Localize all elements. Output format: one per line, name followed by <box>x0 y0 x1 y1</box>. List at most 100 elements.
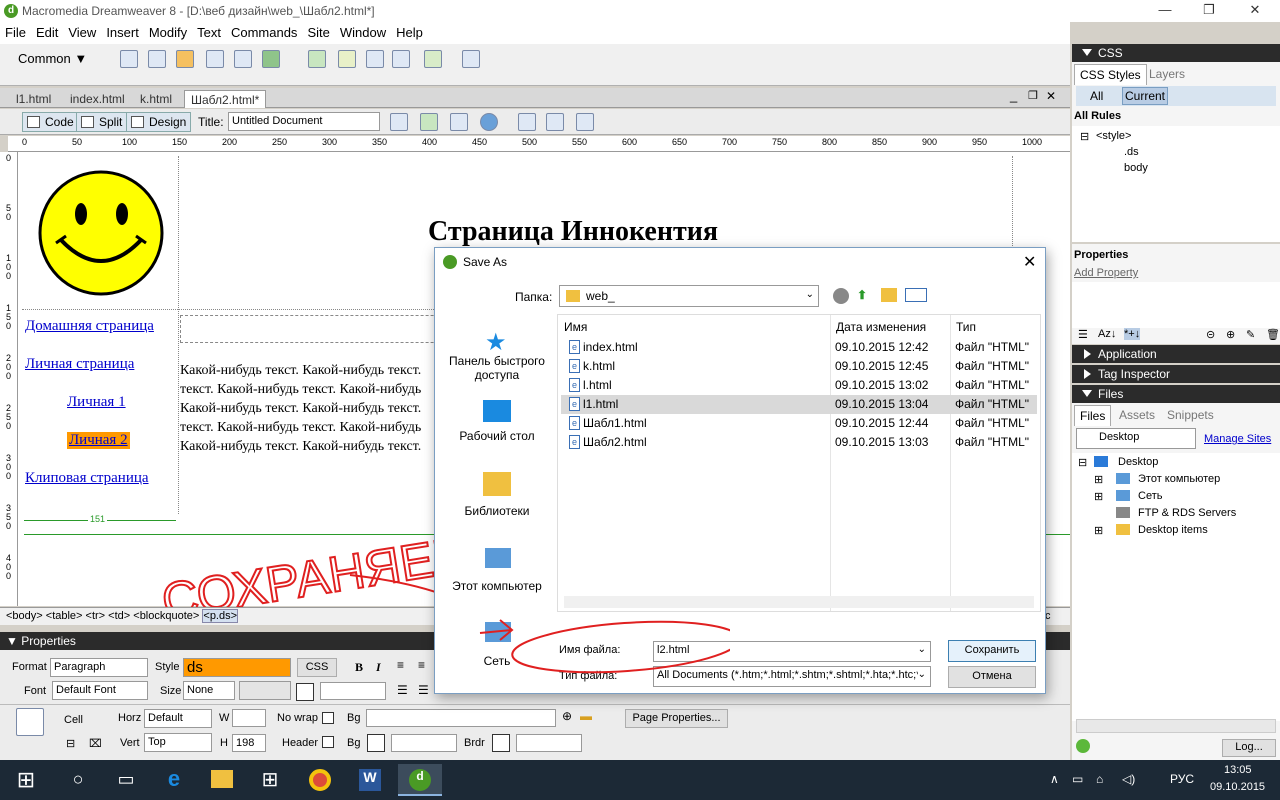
clock-time[interactable]: 13:05 <box>1224 764 1252 776</box>
log-button[interactable]: Log... <box>1222 739 1276 757</box>
tree-item-this-pc[interactable]: Этот компьютер <box>1138 473 1220 485</box>
comment-icon[interactable] <box>392 50 410 68</box>
tag-chooser-icon[interactable] <box>462 50 480 68</box>
refresh-icon[interactable] <box>518 113 536 131</box>
new-folder-icon[interactable] <box>881 288 897 302</box>
doc-close-icon[interactable]: ✕ <box>1046 89 1056 103</box>
format-select[interactable]: Paragraph <box>50 658 148 677</box>
tag-table[interactable]: <table> <box>46 610 83 622</box>
column-date[interactable]: Дата изменения <box>836 320 926 334</box>
height-input[interactable]: 198 <box>232 734 266 752</box>
collapse-icon[interactable]: ⊟ <box>1080 130 1089 143</box>
clock-date[interactable]: 09.10.2015 <box>1210 781 1265 793</box>
minimize-button[interactable]: — <box>1150 2 1180 20</box>
battery-icon[interactable]: ▭ <box>1072 772 1083 786</box>
tab-l1[interactable]: l1.html <box>10 90 57 108</box>
tab-shabl2[interactable]: Шабл2.html* <box>184 90 267 108</box>
menu-edit[interactable]: Edit <box>31 22 63 43</box>
column-name[interactable]: Имя <box>564 320 587 334</box>
chrome-icon[interactable] <box>298 764 342 796</box>
browser-check-icon[interactable] <box>420 113 438 131</box>
tab-k[interactable]: k.html <box>134 90 178 108</box>
server-side-include-icon[interactable] <box>366 50 384 68</box>
menu-text[interactable]: Text <box>192 22 226 43</box>
attach-stylesheet-icon[interactable]: ⊝ <box>1206 328 1215 341</box>
alpha-sort-icon[interactable]: Az↓ <box>1098 328 1116 340</box>
current-button[interactable]: Current <box>1122 87 1169 105</box>
bg-color-picker[interactable] <box>367 734 385 752</box>
rule-ds[interactable]: .ds <box>1124 146 1139 158</box>
application-panel-header[interactable]: Application <box>1072 345 1280 363</box>
align-left-icon[interactable]: ≡ <box>397 658 404 672</box>
save-button[interactable]: Сохранить <box>948 640 1036 662</box>
place-this-pc[interactable]: Этот компьютер <box>437 579 557 593</box>
files-scrollbar[interactable] <box>1076 719 1276 733</box>
email-link-icon[interactable] <box>148 50 166 68</box>
visual-aids-icon[interactable] <box>576 113 594 131</box>
column-type[interactable]: Тип <box>956 320 976 334</box>
ordered-list-icon[interactable]: ☰ <box>418 683 429 697</box>
tab-files[interactable]: Files <box>1074 405 1112 426</box>
tray-expand-icon[interactable]: ∧ <box>1050 772 1059 786</box>
view-menu-icon[interactable] <box>905 288 927 302</box>
back-icon[interactable] <box>833 288 849 304</box>
input-language[interactable]: РУС <box>1170 772 1194 786</box>
folder-select[interactable]: web_ ⌄ <box>559 285 819 307</box>
file-row[interactable]: e k.html 09.10.2015 12:45 Файл "HTML" <box>561 357 1037 376</box>
nav-link-home[interactable]: Домашняя страница <box>25 318 154 335</box>
width-input[interactable] <box>232 709 266 727</box>
tab-assets[interactable]: Assets <box>1114 405 1160 425</box>
nav-link-personal1[interactable]: Личная 1 <box>67 394 126 411</box>
menu-view[interactable]: View <box>63 22 101 43</box>
validate-icon[interactable] <box>390 113 408 131</box>
split-cell-icon[interactable]: ⌧ <box>89 737 102 750</box>
network-status-icon[interactable]: ⌂ <box>1096 772 1103 786</box>
bold-icon[interactable]: B <box>355 660 363 675</box>
nowrap-checkbox[interactable] <box>322 712 334 724</box>
category-view-icon[interactable]: ☰ <box>1078 328 1088 341</box>
place-desktop[interactable]: Рабочий стол <box>437 429 557 443</box>
files-panel-header[interactable]: Files <box>1072 385 1280 403</box>
up-folder-icon[interactable]: ⬆ <box>857 288 867 302</box>
rule-body[interactable]: body <box>1124 162 1148 174</box>
date-icon[interactable] <box>338 50 356 68</box>
new-rule-icon[interactable]: ⊕ <box>1226 328 1235 341</box>
site-select[interactable]: Desktop <box>1076 428 1196 449</box>
italic-icon[interactable]: I <box>376 660 381 675</box>
css-button[interactable]: CSS <box>297 658 337 677</box>
bg-image-input[interactable] <box>366 709 556 727</box>
tab-snippets[interactable]: Snippets <box>1162 405 1219 425</box>
point-to-file-icon[interactable]: ⊕ <box>562 709 572 723</box>
size-select[interactable]: None <box>183 681 235 700</box>
named-anchor-icon[interactable] <box>176 50 194 68</box>
menu-modify[interactable]: Modify <box>144 22 192 43</box>
all-rules-button[interactable]: All <box>1090 89 1103 103</box>
css-panel-header[interactable]: CSS <box>1072 44 1280 62</box>
edge-icon[interactable]: e <box>152 764 196 796</box>
align-center-icon[interactable]: ≡ <box>418 658 425 672</box>
file-row[interactable]: e Шабл2.html 09.10.2015 13:03 Файл "HTML" <box>561 433 1037 452</box>
set-properties-icon[interactable]: *+↓ <box>1124 328 1141 340</box>
menu-file[interactable]: File <box>0 22 31 43</box>
menu-insert[interactable]: Insert <box>101 22 144 43</box>
layer-icon[interactable] <box>234 50 252 68</box>
manage-sites-link[interactable]: Manage Sites <box>1204 433 1271 445</box>
file-management-icon[interactable] <box>450 113 468 131</box>
menu-window[interactable]: Window <box>335 22 391 43</box>
text-color-input[interactable] <box>320 682 386 700</box>
view-options-icon[interactable] <box>546 113 564 131</box>
tree-item-desktop[interactable]: Desktop <box>1118 456 1158 468</box>
tag-inspector-panel-header[interactable]: Tag Inspector <box>1072 365 1280 383</box>
file-row[interactable]: e Шабл1.html 09.10.2015 12:44 Файл "HTML" <box>561 414 1037 433</box>
split-view-button[interactable]: Split <box>76 112 128 132</box>
bg-color-input[interactable] <box>391 734 457 752</box>
border-color-picker[interactable] <box>492 734 510 752</box>
merge-cells-icon[interactable]: ⊟ <box>66 737 75 750</box>
menu-commands[interactable]: Commands <box>226 22 302 43</box>
nav-link-personal2[interactable]: Личная 2 <box>67 432 130 449</box>
expand-icon[interactable]: ⊞ <box>1094 490 1103 503</box>
menu-help[interactable]: Help <box>391 22 428 43</box>
doc-minimize-icon[interactable]: _ <box>1010 88 1017 103</box>
vert-select[interactable]: Top <box>144 733 212 752</box>
file-row[interactable]: e index.html 09.10.2015 12:42 Файл "HTML" <box>561 338 1037 357</box>
